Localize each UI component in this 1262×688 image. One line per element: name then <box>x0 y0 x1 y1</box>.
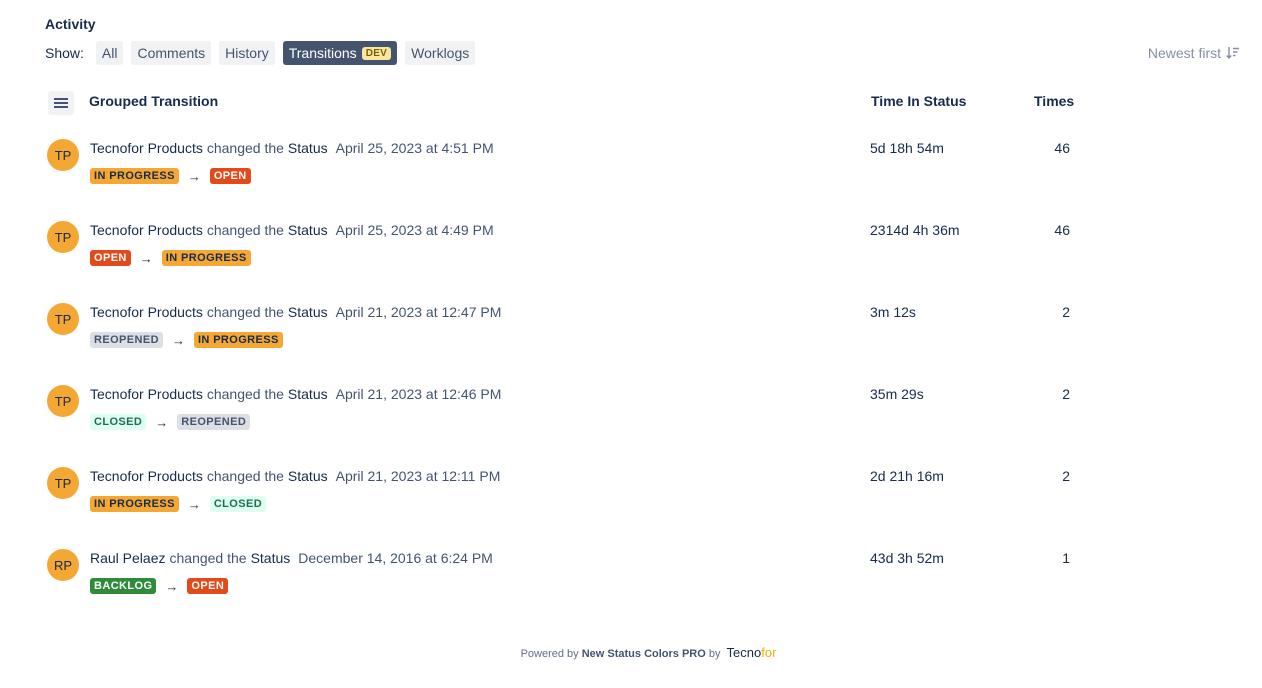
times-header: Times <box>1034 93 1075 109</box>
times-value: 2 <box>1062 468 1070 484</box>
filter-worklogs-button[interactable]: Worklogs <box>405 41 476 65</box>
grouping-menu-button[interactable] <box>48 91 74 115</box>
from-status-lozenge: CLOSED <box>90 414 147 430</box>
field-name: Status <box>287 222 328 238</box>
to-status-lozenge: IN PROGRESS <box>193 332 283 348</box>
times-value: 1 <box>1062 550 1070 566</box>
activity-title: Activity <box>45 16 96 32</box>
arrow-right-icon: → <box>165 578 179 594</box>
transition-date: April 25, 2023 at 4:51 PM <box>335 140 494 156</box>
time-in-status-value: 35m 29s <box>870 386 924 402</box>
transition-date: April 21, 2023 at 12:11 PM <box>335 468 501 484</box>
transition-row: TP Tecnofor Products changed the Status … <box>0 221 1262 303</box>
arrow-right-icon: → <box>187 168 201 184</box>
to-status-lozenge: CLOSED <box>209 496 267 512</box>
action-text: changed the <box>206 468 284 484</box>
arrow-right-icon: → <box>139 250 153 266</box>
arrow-right-icon: → <box>171 332 185 348</box>
time-in-status-value: 2314d 4h 36m <box>870 222 960 238</box>
filter-comments-label: Comments <box>137 45 206 61</box>
field-name: Status <box>287 386 328 402</box>
transition-row: RP Raul Pelaez changed the Status Decemb… <box>0 549 1262 631</box>
transition-date: April 25, 2023 at 4:49 PM <box>335 222 494 238</box>
from-status-lozenge: REOPENED <box>90 332 163 348</box>
times-value: 46 <box>1054 140 1070 156</box>
field-name: Status <box>250 550 291 566</box>
dev-badge: DEV <box>361 46 392 60</box>
show-label: Show: <box>45 45 84 61</box>
to-status-lozenge: REOPENED <box>177 414 251 430</box>
to-status-lozenge: IN PROGRESS <box>161 250 251 266</box>
from-status-lozenge: IN PROGRESS <box>90 496 179 512</box>
brand-main-text: Tecno <box>726 645 762 660</box>
filter-worklogs-label: Worklogs <box>411 45 470 61</box>
transition-date: April 21, 2023 at 12:47 PM <box>335 304 502 320</box>
powered-by-footer: Powered by New Status Colors PRO by Tecn… <box>0 645 1262 660</box>
hamburger-menu-icon <box>54 98 68 108</box>
sort-order-label: Newest first <box>1147 45 1221 61</box>
filter-comments-button[interactable]: Comments <box>131 41 212 65</box>
sort-descending-icon <box>1226 47 1239 60</box>
by-text: by <box>708 648 721 660</box>
filter-history-label: History <box>225 45 269 61</box>
action-text: changed the <box>169 550 247 566</box>
author-name[interactable]: Tecnofor Products <box>90 140 203 156</box>
arrow-right-icon: → <box>187 496 201 512</box>
transition-date: April 21, 2023 at 12:46 PM <box>335 386 502 402</box>
author-name[interactable]: Raul Pelaez <box>90 550 166 566</box>
from-status-lozenge: BACKLOG <box>90 578 157 594</box>
author-name[interactable]: Tecnofor Products <box>90 222 203 238</box>
filter-transitions-label: Transitions <box>288 45 357 61</box>
sort-order-toggle[interactable]: Newest first <box>1148 45 1240 61</box>
times-value: 2 <box>1062 386 1070 402</box>
brand-accent-text: for <box>761 645 777 660</box>
times-value: 46 <box>1054 222 1070 238</box>
tecnofor-logo[interactable]: Tecnofor <box>727 645 777 660</box>
avatar[interactable]: TP <box>47 303 79 335</box>
avatar[interactable]: TP <box>47 467 79 499</box>
arrow-right-icon: → <box>155 414 169 430</box>
time-in-status-header: Time In Status <box>871 93 967 109</box>
transition-row: TP Tecnofor Products changed the Status … <box>0 303 1262 385</box>
transition-row: TP Tecnofor Products changed the Status … <box>0 385 1262 467</box>
time-in-status-value: 3m 12s <box>870 304 916 320</box>
powered-by-text: Powered by <box>520 648 579 660</box>
action-text: changed the <box>206 140 284 156</box>
filter-all-label: All <box>101 45 118 61</box>
filter-history-button[interactable]: History <box>219 41 275 65</box>
avatar[interactable]: TP <box>47 385 79 417</box>
time-in-status-value: 2d 21h 16m <box>870 468 944 484</box>
to-status-lozenge: OPEN <box>187 578 229 594</box>
time-in-status-value: 5d 18h 54m <box>870 140 944 156</box>
action-text: changed the <box>206 222 284 238</box>
author-name[interactable]: Tecnofor Products <box>90 386 203 402</box>
time-in-status-value: 43d 3h 52m <box>870 550 944 566</box>
field-name: Status <box>287 468 328 484</box>
times-value: 2 <box>1062 304 1070 320</box>
activity-filter-bar: Show: All Comments History Transitions D… <box>45 41 483 65</box>
field-name: Status <box>287 304 328 320</box>
transition-row: TP Tecnofor Products changed the Status … <box>0 467 1262 549</box>
table-header: Grouped Transition Time In Status Times <box>0 88 1262 115</box>
action-text: changed the <box>206 304 284 320</box>
author-name[interactable]: Tecnofor Products <box>90 468 203 484</box>
field-name: Status <box>287 140 328 156</box>
action-text: changed the <box>206 386 284 402</box>
product-name: New Status Colors PRO <box>581 648 706 660</box>
filter-transitions-button[interactable]: Transitions DEV <box>282 41 398 65</box>
avatar[interactable]: TP <box>47 139 79 171</box>
transition-row: TP Tecnofor Products changed the Status … <box>0 139 1262 221</box>
author-name[interactable]: Tecnofor Products <box>90 304 203 320</box>
grouped-transition-header: Grouped Transition <box>89 93 219 109</box>
avatar[interactable]: TP <box>47 221 79 253</box>
filter-all-button[interactable]: All <box>95 41 124 65</box>
avatar[interactable]: RP <box>47 549 79 581</box>
from-status-lozenge: IN PROGRESS <box>90 168 179 184</box>
to-status-lozenge: OPEN <box>209 168 251 184</box>
transition-date: December 14, 2016 at 6:24 PM <box>298 550 493 566</box>
from-status-lozenge: OPEN <box>90 250 131 266</box>
